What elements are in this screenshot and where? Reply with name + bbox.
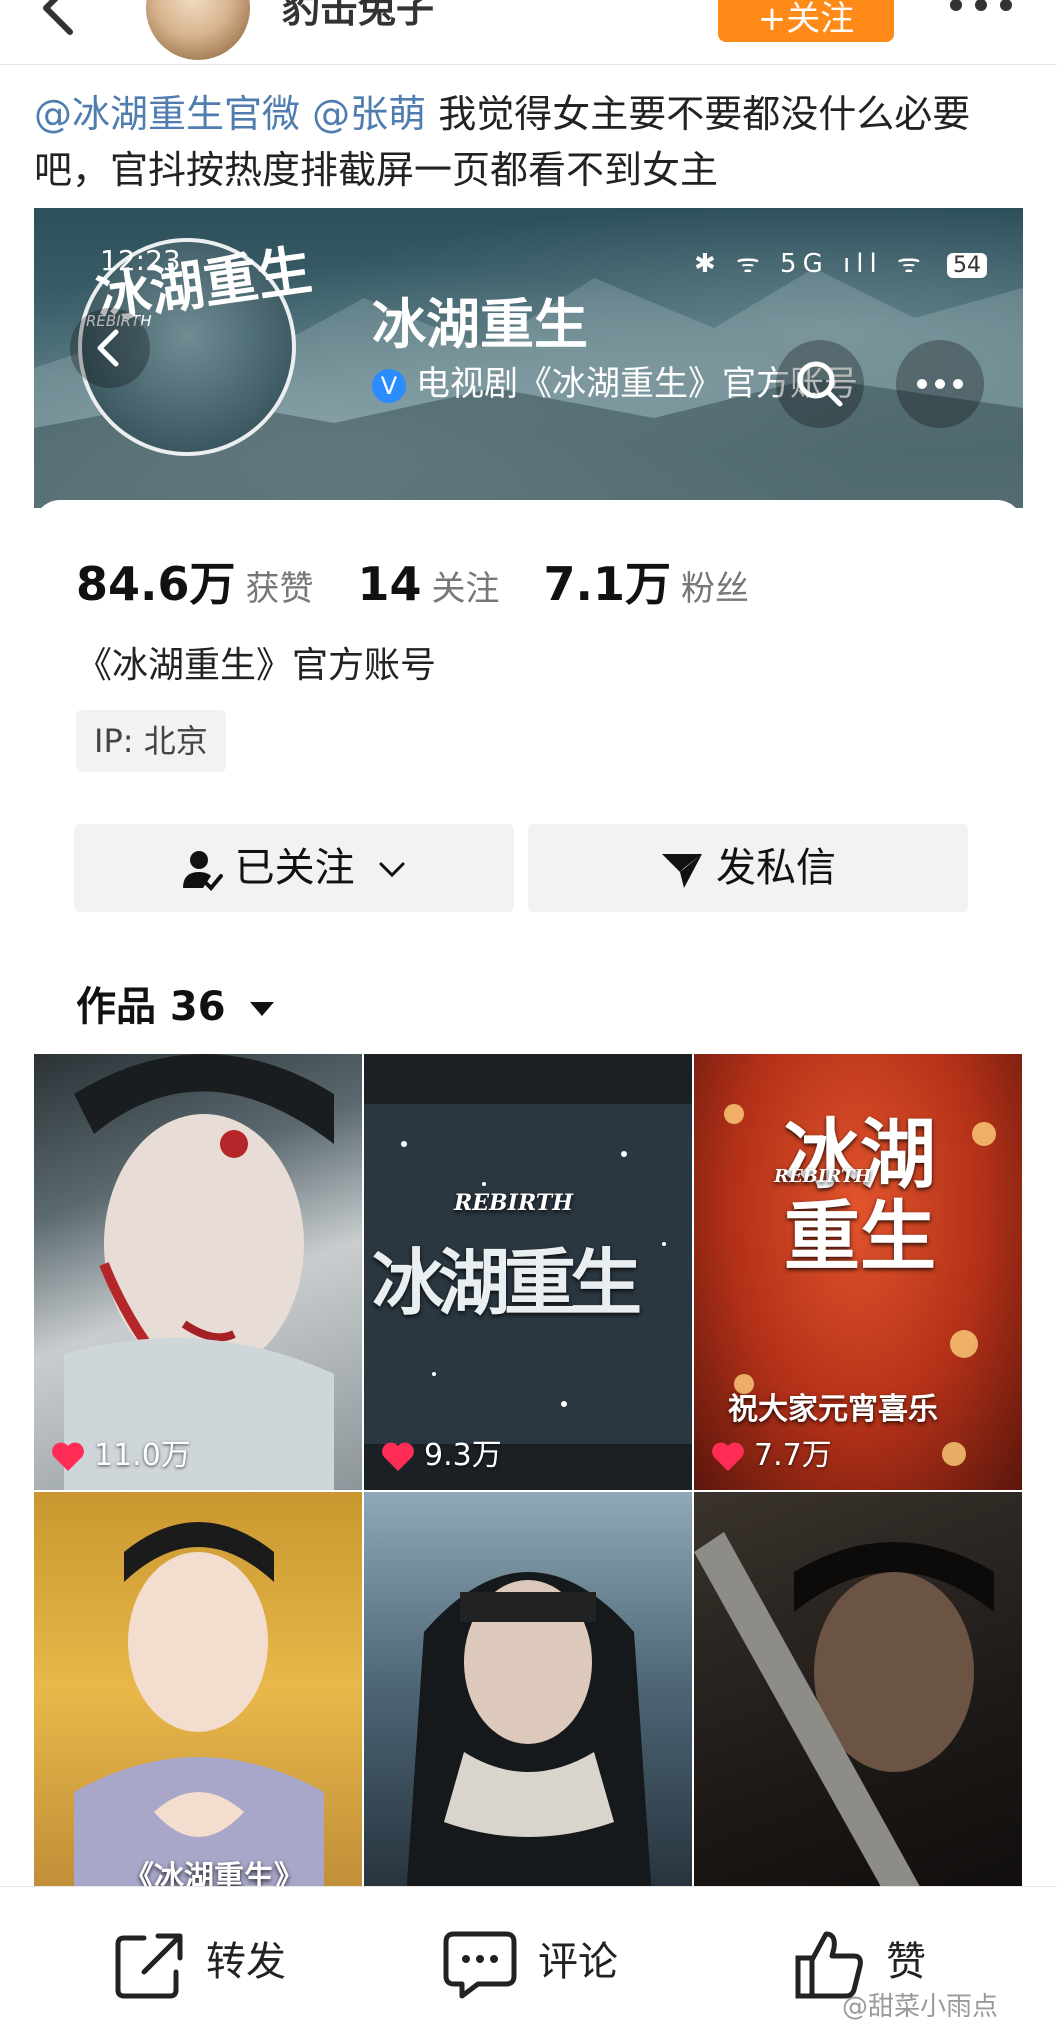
username[interactable]: 豹击兔子	[282, 0, 434, 33]
heart-icon	[52, 1442, 84, 1471]
heart-icon	[712, 1442, 744, 1471]
video-caption: 《冰湖重生》	[124, 1860, 304, 1888]
video-rebirth-text: REBIRTH	[774, 1166, 872, 1187]
video-caption: 冰湖重生	[372, 1240, 642, 1325]
video-thumbnail-image	[694, 1532, 994, 1888]
video-thumbnail-image	[74, 1522, 324, 1888]
post-text: @冰湖重生官微 @张萌 我觉得女主要不要都没什么必要吧，官抖按热度排截屏一页都看…	[34, 86, 1029, 198]
works-label: 作品 36	[76, 984, 226, 1030]
video-tile[interactable]	[364, 1492, 692, 1888]
profile-back-button[interactable]	[70, 308, 150, 388]
profile-stats: 84.6万 获赞 14 关注 7.1万 粉丝	[76, 548, 793, 614]
video-likes-count: 11.0万	[94, 1438, 191, 1473]
back-arrow-icon[interactable]	[30, 0, 90, 38]
comment-button[interactable]: 评论	[442, 1927, 618, 1999]
mention-link[interactable]: @张萌	[312, 92, 426, 136]
chevron-down-icon	[379, 862, 405, 878]
video-thumbnail-image	[406, 1572, 652, 1888]
profile-bio: 《冰湖重生》官方账号	[76, 645, 437, 686]
verified-icon: V	[372, 368, 406, 403]
send-icon	[662, 854, 702, 888]
stat-likes-value: 84.6万	[76, 557, 236, 611]
video-tile[interactable]: 《冰湖重生》	[34, 1492, 362, 1888]
more-icon	[917, 379, 963, 389]
video-big-title: 冰湖重生	[784, 1110, 936, 1281]
chevron-left-icon	[97, 329, 119, 367]
stat-following-value: 14	[357, 557, 422, 611]
video-likes-count: 7.7万	[754, 1438, 832, 1473]
video-rebirth-text: REBIRTH	[454, 1190, 573, 1216]
comment-label: 评论	[538, 1939, 618, 1985]
profile-account-name: 冰湖重生	[372, 293, 588, 356]
comment-icon	[443, 1931, 517, 1999]
watermark: @甜菜小雨点	[842, 1992, 999, 2022]
status-time: 12:23	[100, 244, 181, 277]
works-tab[interactable]: 作品 36	[76, 974, 276, 1032]
followed-button[interactable]: 已关注	[74, 824, 514, 912]
video-caption: 祝大家元宵喜乐	[728, 1392, 938, 1427]
followed-button-content: 已关注	[74, 824, 514, 912]
stat-likes-label[interactable]: 获赞	[246, 569, 314, 609]
user-check-icon	[182, 851, 223, 891]
followed-button-label: 已关注	[234, 845, 355, 891]
video-likes-count: 9.3万	[424, 1438, 502, 1473]
video-likes: 9.3万	[380, 1430, 502, 1474]
stat-fans-label[interactable]: 粉丝	[681, 569, 749, 609]
stat-following-label[interactable]: 关注	[432, 569, 500, 609]
profile-panel: 84.6万 获赞 14 关注 7.1万 粉丝 《冰湖重生》官方账号 IP: 北京 已关注	[34, 500, 1023, 1888]
ip-location-tag: IP: 北京	[76, 710, 226, 772]
share-icon	[115, 1933, 183, 1999]
video-tile[interactable]	[694, 1492, 1022, 1888]
video-thumbnail-image	[64, 1054, 334, 1490]
status-icons: ✱ ᯤ 5G ıll ᯤ 54	[694, 244, 987, 280]
profile-search-button[interactable]	[776, 340, 864, 428]
video-tile[interactable]: 冰湖重生 REBIRTH 祝大家元宵喜乐 7.7万	[694, 1054, 1022, 1490]
message-button-label: 发私信	[716, 845, 836, 891]
battery-icon: 54	[946, 253, 987, 278]
video-likes: 11.0万	[50, 1430, 191, 1474]
stat-fans-value: 7.1万	[543, 557, 672, 611]
video-likes: 7.7万	[710, 1430, 832, 1474]
search-icon	[797, 361, 843, 407]
profile-banner: 冰湖重生 REBIRTH 12:23 ✱ ᯤ 5G ıll ᯤ 54 冰湖重生 …	[34, 208, 1023, 508]
message-button[interactable]: 发私信	[528, 824, 968, 912]
message-button-content: 发私信	[528, 824, 968, 912]
status-signal-icons: ✱ ᯤ 5G ıll ᯤ	[694, 249, 927, 279]
mention-link[interactable]: @冰湖重生官微	[34, 92, 300, 136]
embedded-screenshot[interactable]: 冰湖重生 REBIRTH 12:23 ✱ ᯤ 5G ıll ᯤ 54 冰湖重生 …	[34, 208, 1023, 1888]
more-icon[interactable]	[946, 0, 1016, 20]
caret-down-icon	[249, 1002, 274, 1016]
video-tile[interactable]: 11.0万	[34, 1054, 362, 1490]
top-nav-bar: 豹击兔子 +关注	[0, 0, 1057, 65]
heart-icon	[382, 1442, 414, 1471]
avatar[interactable]	[146, 0, 250, 60]
repost-label: 转发	[206, 1939, 286, 1985]
repost-button[interactable]: 转发	[114, 1927, 286, 1999]
video-tile[interactable]: REBIRTH 冰湖重生 9.3万	[364, 1054, 692, 1490]
profile-more-button[interactable]	[896, 340, 984, 428]
like-label: 赞	[886, 1939, 926, 1985]
follow-button[interactable]: +关注	[718, 0, 894, 42]
